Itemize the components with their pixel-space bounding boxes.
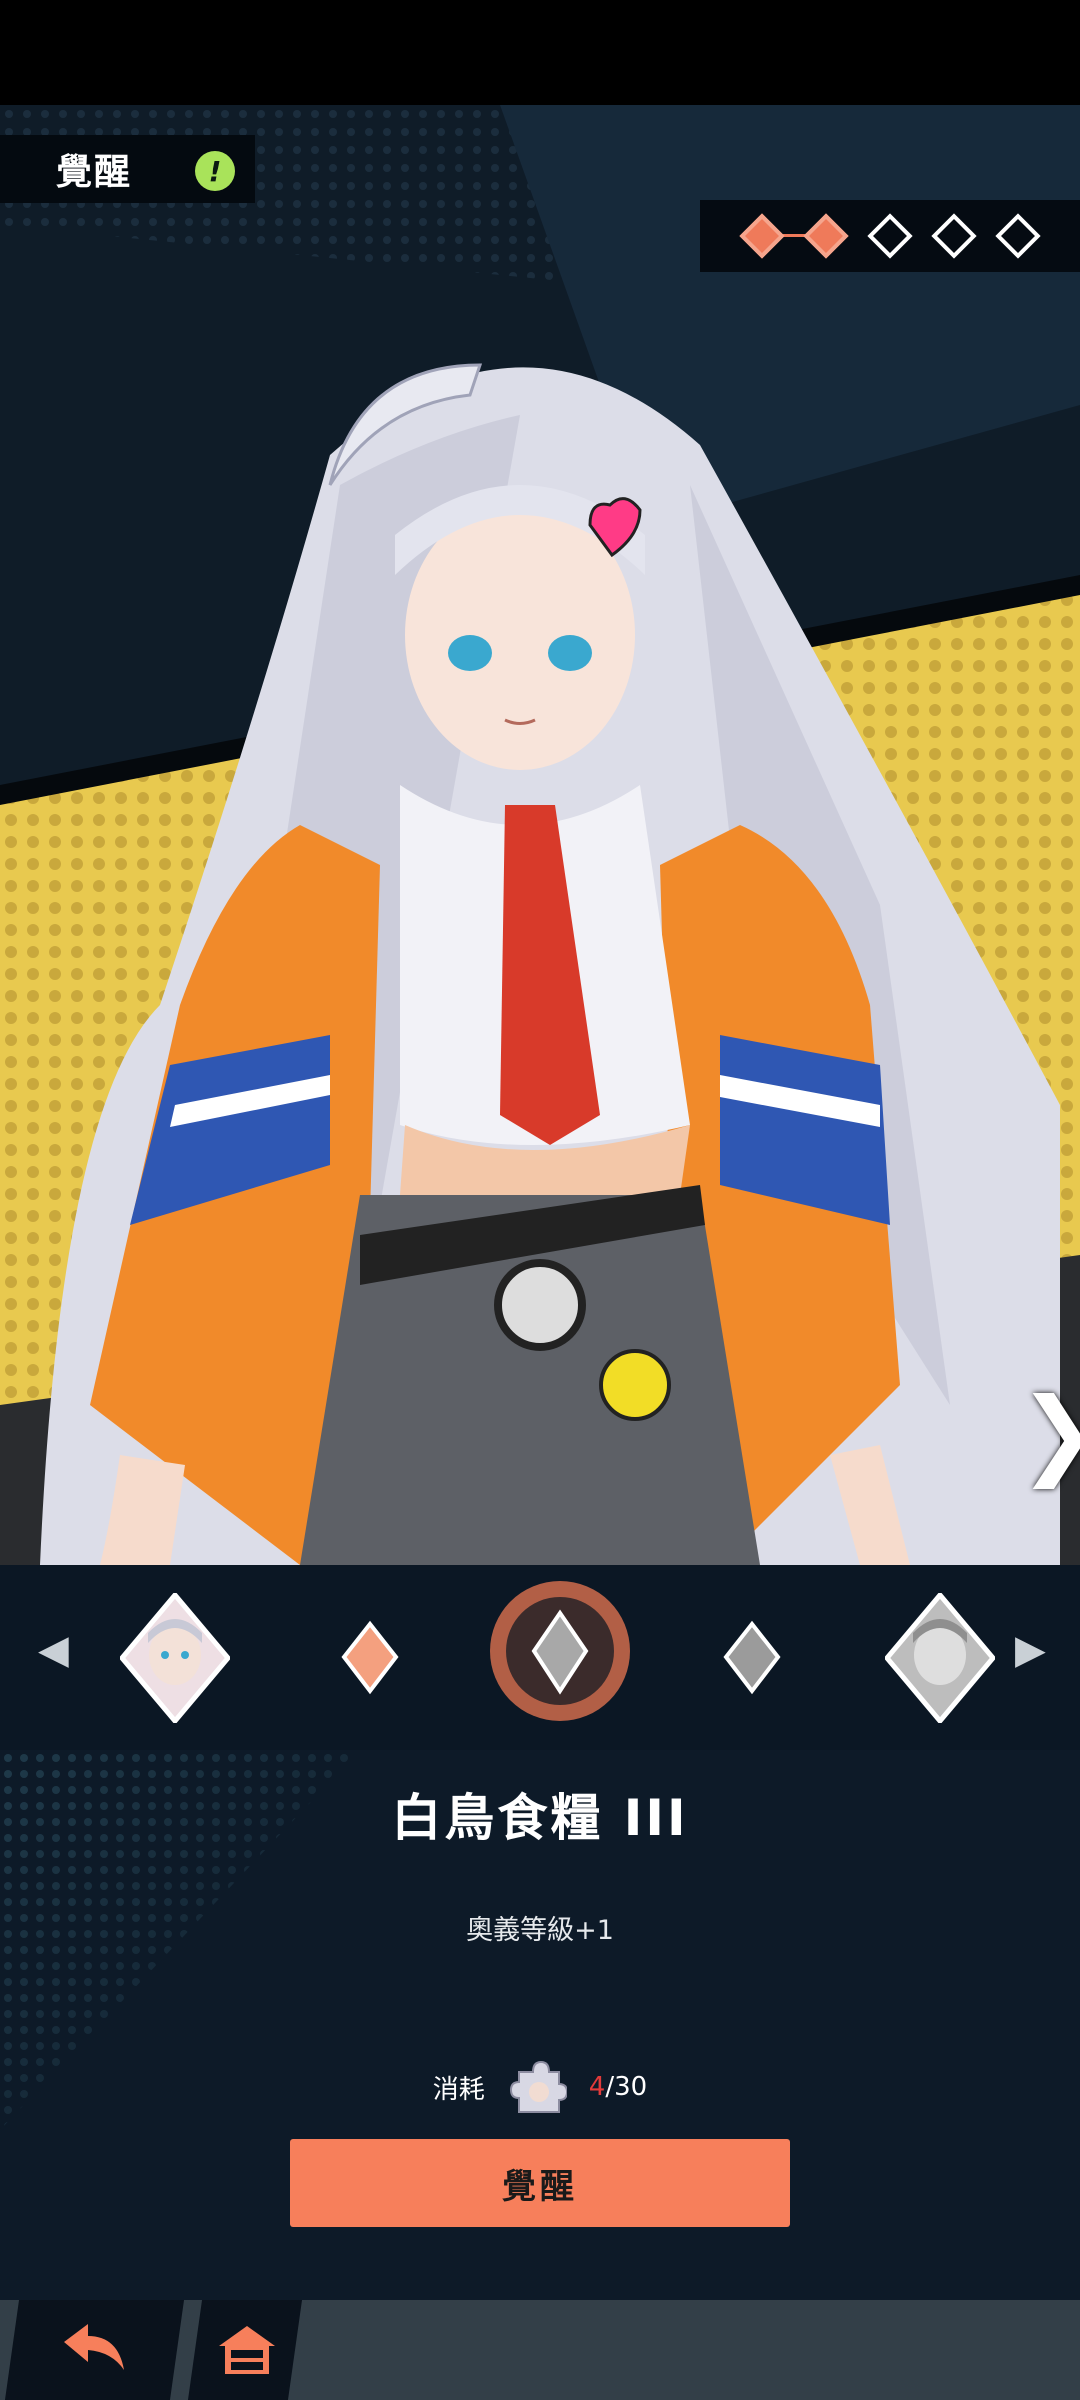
alert-icon[interactable]: ! [195,151,235,191]
character-card-locked-node[interactable] [883,1591,997,1725]
orange-diamond-icon [341,1620,399,1695]
home-button[interactable] [187,2300,303,2400]
character-card-icon [118,1591,232,1725]
stage-diamond-2 [803,213,849,259]
cost-separator: / [605,2072,615,2102]
character-portrait [40,363,1060,1565]
stage-diamond-3 [867,213,913,259]
cost-required: 30 [614,2072,648,2102]
cost-label: 消耗 [432,2074,485,2105]
puzzle-piece-icon [509,2060,567,2113]
cost-row: 消耗 4 / 30 [0,2058,1080,2116]
page-title-tag: 覺醒 ! [0,135,255,203]
grey-diamond-icon [723,1620,781,1695]
character-stage: ❯ [0,105,1080,1565]
awaken-node-selector: ◀ ▶ [0,1565,1080,1750]
bottom-nav [0,2300,1080,2400]
character-card-node[interactable] [118,1591,232,1725]
back-button[interactable] [4,2300,185,2400]
cost-owned: 4 [588,2072,606,2102]
awaken-button[interactable]: 覺醒 [290,2139,790,2227]
stage-diamond-1 [739,213,785,259]
chevron-left-icon[interactable]: ◀ [38,1627,69,1673]
item-name: 白鳥食糧 III [391,1789,689,1847]
back-arrow-icon [64,2324,124,2370]
page-title: 覺醒 [56,152,133,193]
chevron-right-icon[interactable]: ▶ [1015,1627,1046,1673]
awaken-stage-indicator [700,200,1080,272]
home-icon [219,2326,275,2374]
status-bar [0,0,1080,105]
item-effect: 奧義等級+1 [466,1915,614,1946]
stage-node-completed[interactable] [340,1620,400,1695]
selected-diamond-icon [490,1581,630,1721]
stage-node-locked[interactable] [722,1620,782,1695]
next-character-arrow[interactable]: ❯ [1018,1385,1080,1481]
stage-diamond-4 [931,213,977,259]
stage-diamond-5 [995,213,1041,259]
stage-node-selected[interactable] [488,1579,632,1723]
character-card-grey-icon [883,1591,997,1725]
